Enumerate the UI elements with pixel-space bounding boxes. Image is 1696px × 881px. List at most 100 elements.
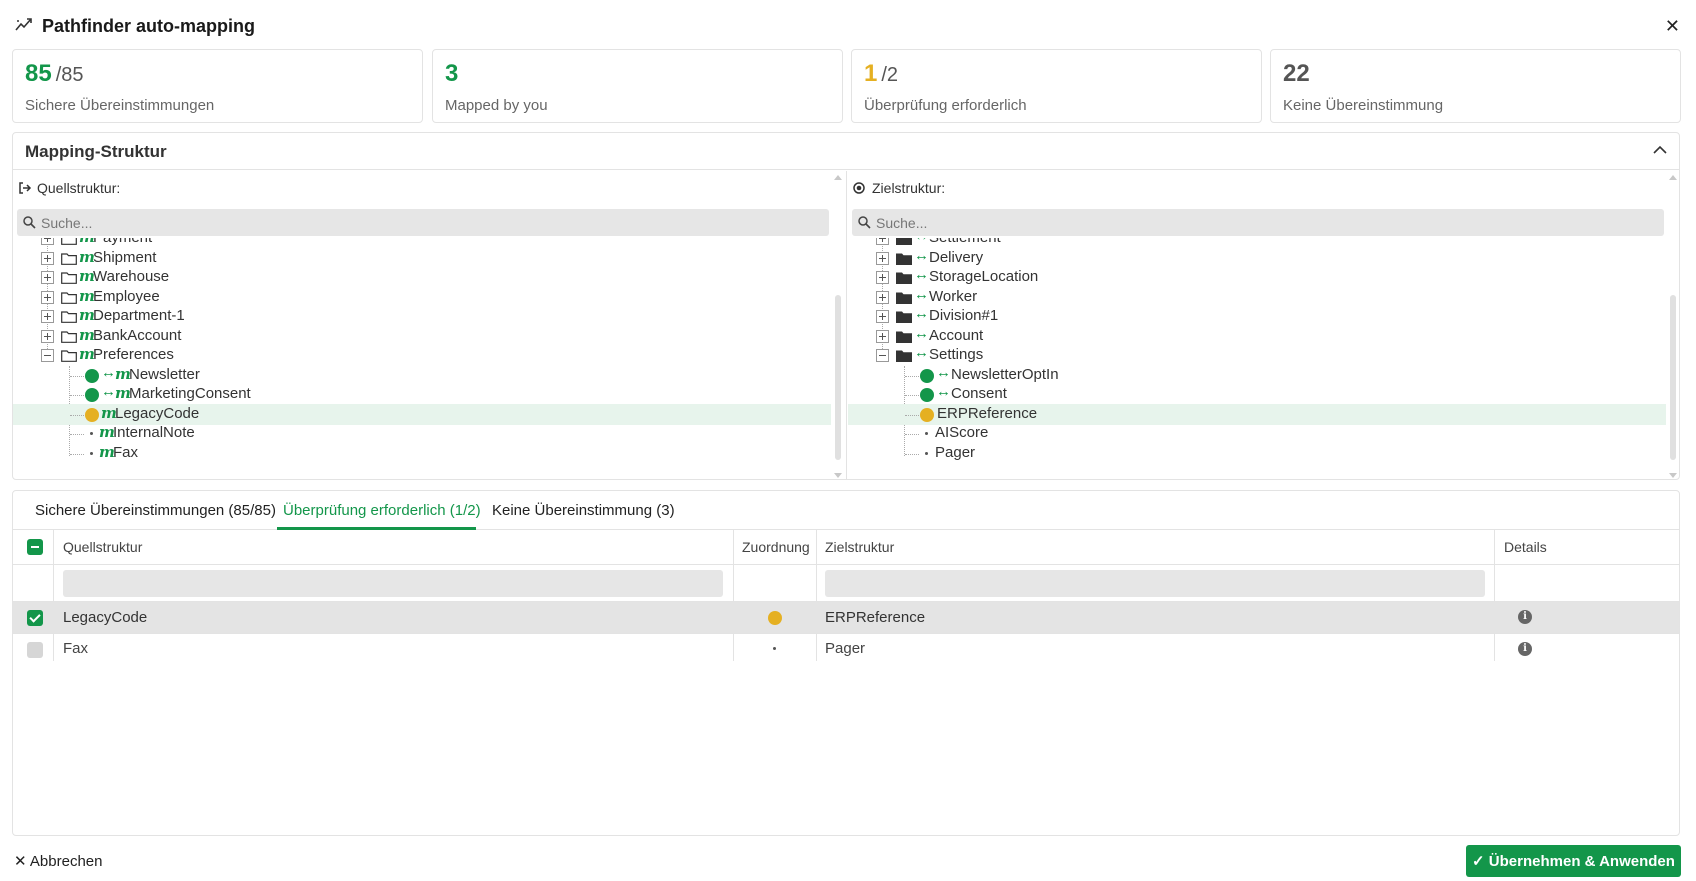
chevron-up-icon[interactable] bbox=[1653, 143, 1667, 157]
stat-total: /85 bbox=[55, 64, 84, 86]
cancel-button[interactable]: ✕ Abbrechen bbox=[14, 852, 102, 870]
tree-node[interactable]: m BankAccount bbox=[13, 326, 831, 347]
tree-node[interactable]: m Shipment bbox=[13, 248, 831, 269]
source-search-input[interactable] bbox=[41, 209, 821, 236]
tree-node-label: Consent bbox=[951, 385, 1007, 402]
info-icon[interactable]: i bbox=[1518, 642, 1532, 656]
scrollbar-thumb[interactable] bbox=[1670, 295, 1676, 460]
expand-icon[interactable] bbox=[876, 238, 889, 245]
target-scrollbar[interactable] bbox=[1669, 173, 1677, 478]
folder-icon bbox=[896, 350, 912, 362]
tree-node[interactable]: m LegacyCode bbox=[13, 403, 831, 425]
bidirectional-arrow-icon: ↔ bbox=[914, 246, 929, 264]
row-checkbox[interactable] bbox=[27, 642, 43, 658]
folder-icon bbox=[61, 311, 77, 323]
bidirectional-arrow-icon: ↔ bbox=[101, 383, 116, 400]
tree-node-label: AIScore bbox=[935, 424, 989, 441]
expand-icon[interactable] bbox=[876, 251, 889, 265]
tree-node[interactable]: ERPReference bbox=[848, 403, 1666, 425]
table-row[interactable]: LegacyCode ERPReference i bbox=[13, 602, 1679, 633]
select-all-checkbox[interactable] bbox=[27, 539, 43, 555]
bidirectional-arrow-icon: ↔ bbox=[936, 363, 951, 381]
bidirectional-arrow-icon: ↔ bbox=[101, 363, 116, 381]
target-tree: ↔Settlement↔Delivery↔StorageLocation↔Wor… bbox=[848, 238, 1666, 479]
matched-status-dot bbox=[920, 368, 934, 383]
tree-node[interactable]: ↔ Consent bbox=[848, 383, 1666, 405]
close-icon[interactable]: ✕ bbox=[1665, 16, 1680, 37]
tree-node[interactable]: ↔ NewsletterOptIn bbox=[848, 363, 1666, 386]
matched-status-dot bbox=[85, 368, 99, 383]
tree-node-label: Department-1 bbox=[93, 307, 185, 324]
folder-icon bbox=[896, 272, 912, 284]
folder-icon bbox=[61, 272, 77, 284]
dialog-header: Pathfinder auto-mapping ✕ bbox=[0, 0, 1696, 48]
tree-node[interactable]: ↔ Delivery bbox=[848, 246, 1666, 269]
tree-node[interactable]: ↔ m MarketingConsent bbox=[13, 383, 831, 405]
tree-node-label: Settlement bbox=[929, 238, 1001, 246]
collapse-icon[interactable] bbox=[876, 349, 889, 362]
tab-safe-matches[interactable]: Sichere Übereinstimmungen (85/85) bbox=[35, 502, 276, 519]
tree-node-label: Warehouse bbox=[93, 268, 170, 285]
expand-icon[interactable] bbox=[41, 329, 54, 343]
expand-icon[interactable] bbox=[41, 251, 54, 265]
tree-node-label: Pager bbox=[935, 443, 976, 461]
bidirectional-arrow-icon: ↔ bbox=[936, 383, 951, 400]
tree-node[interactable]: m Preferences bbox=[13, 345, 831, 366]
mapping-structure-header[interactable]: Mapping-Struktur bbox=[13, 133, 1679, 170]
tree-node-label: Delivery bbox=[929, 248, 984, 266]
expand-icon[interactable] bbox=[41, 238, 54, 245]
expand-icon[interactable] bbox=[41, 310, 54, 323]
apply-button[interactable]: ✓ Übernehmen & Anwenden bbox=[1466, 845, 1681, 877]
tab-review-required[interactable]: Überprüfung erforderlich (1/2) bbox=[283, 502, 481, 519]
mapping-structure-panel: Mapping-Struktur Quellstruktur: mPayment… bbox=[12, 132, 1680, 480]
target-search-input[interactable] bbox=[876, 209, 1656, 236]
tree-node[interactable]: AIScore bbox=[848, 423, 1666, 444]
source-scrollbar[interactable] bbox=[834, 173, 842, 478]
expand-icon[interactable] bbox=[41, 271, 54, 284]
select-all-header bbox=[13, 530, 53, 564]
tree-node[interactable]: ↔ Settings bbox=[848, 344, 1666, 366]
expand-icon[interactable] bbox=[876, 271, 889, 284]
tree-node[interactable]: m Employee bbox=[13, 287, 831, 308]
scrollbar-thumb[interactable] bbox=[835, 295, 841, 460]
sign-in-icon bbox=[19, 182, 32, 194]
target-search-box[interactable] bbox=[852, 209, 1664, 236]
tab-no-match[interactable]: Keine Übereinstimmung (3) bbox=[492, 502, 675, 519]
tree-node[interactable]: m Warehouse bbox=[13, 267, 831, 288]
source-search-box[interactable] bbox=[17, 209, 829, 236]
expand-icon[interactable] bbox=[876, 329, 889, 343]
target-filter-input[interactable] bbox=[825, 570, 1485, 597]
row-checkbox[interactable] bbox=[27, 610, 43, 626]
expand-icon[interactable] bbox=[876, 290, 889, 304]
tree-node[interactable]: ↔ m Newsletter bbox=[13, 363, 831, 386]
tree-node[interactable]: m Department-1 bbox=[13, 306, 831, 327]
tree-node-label: Preferences bbox=[93, 346, 174, 363]
tab-bar: Sichere Übereinstimmungen (85/85) Überpr… bbox=[13, 491, 1679, 530]
folder-icon bbox=[61, 238, 77, 245]
tree-node[interactable]: m Fax bbox=[13, 443, 831, 464]
tree-node[interactable]: ↔ Worker bbox=[848, 285, 1666, 308]
tree-node-label: Fax bbox=[113, 443, 139, 461]
table-row[interactable]: Fax Pager i bbox=[13, 634, 1679, 665]
collapse-icon[interactable] bbox=[41, 349, 54, 362]
info-icon[interactable]: i bbox=[1518, 610, 1532, 624]
expand-icon[interactable] bbox=[876, 310, 889, 323]
tree-node[interactable]: ↔ StorageLocation bbox=[848, 266, 1666, 288]
bidirectional-arrow-icon: ↔ bbox=[914, 285, 929, 303]
tree-node[interactable]: ↔ Account bbox=[848, 324, 1666, 347]
expand-icon[interactable] bbox=[41, 290, 54, 304]
match-review-panel: Sichere Übereinstimmungen (85/85) Überpr… bbox=[12, 490, 1680, 836]
tree-node[interactable]: m InternalNote bbox=[13, 423, 831, 444]
stat-label: Überprüfung erforderlich bbox=[864, 97, 1027, 114]
tree-node-label: StorageLocation bbox=[929, 268, 1039, 285]
source-filter-input[interactable] bbox=[63, 570, 723, 597]
target-circle-icon bbox=[853, 182, 865, 194]
stat-label: Sichere Übereinstimmungen bbox=[25, 97, 215, 114]
tree-node[interactable]: ↔ Division#1 bbox=[848, 305, 1666, 327]
stat-value: 85 bbox=[25, 60, 52, 87]
matched-status-dot bbox=[920, 388, 934, 402]
active-tab-indicator bbox=[277, 527, 476, 530]
bidirectional-arrow-icon: ↔ bbox=[914, 324, 929, 342]
tree-node[interactable]: Pager bbox=[848, 443, 1666, 464]
folder-icon bbox=[896, 253, 912, 265]
